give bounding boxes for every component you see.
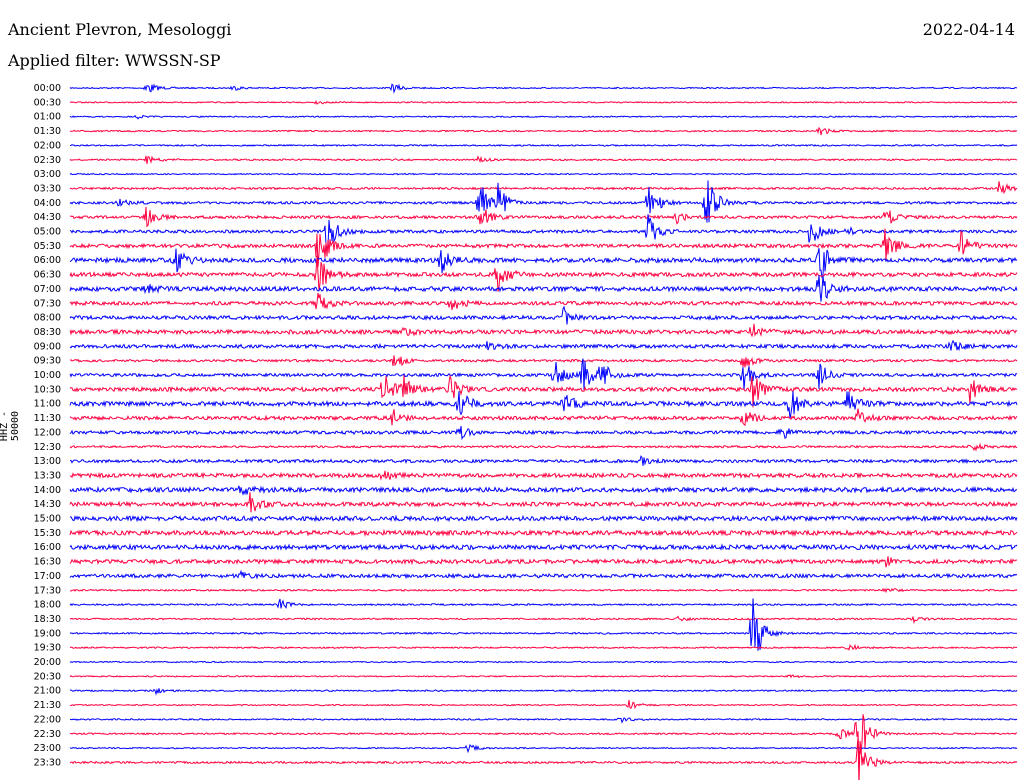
- time-tick-label: 23:00: [34, 743, 61, 754]
- time-tick-label: 17:00: [34, 571, 61, 582]
- time-tick-label: 14:00: [34, 485, 61, 496]
- time-tick-label: 09:30: [34, 356, 61, 367]
- time-tick-label: 00:30: [34, 97, 61, 108]
- trace-line: [69, 292, 1018, 311]
- trace-line: [69, 643, 1018, 651]
- time-tick-label: 15:00: [34, 514, 61, 525]
- trace-line: [69, 172, 1018, 176]
- time-tick-label: 06:30: [34, 270, 61, 281]
- time-tick-label: 08:30: [34, 327, 61, 338]
- trace-line: [70, 699, 1018, 710]
- time-tick-label: 17:30: [34, 585, 61, 596]
- trace-line: [69, 743, 1018, 754]
- trace-line: [69, 214, 1018, 252]
- time-tick-label: 09:00: [34, 341, 61, 352]
- time-tick-label: 04:00: [34, 198, 61, 209]
- time-tick-label: 01:00: [34, 112, 61, 123]
- trace-line: [69, 305, 1018, 325]
- time-tick-label: 22:00: [34, 714, 61, 725]
- time-tick-label: 19:30: [34, 643, 61, 654]
- trace-line: [69, 83, 1018, 94]
- trace-line: [69, 442, 1018, 452]
- trace-line: [69, 391, 1018, 419]
- time-tick-label: 02:00: [34, 140, 61, 151]
- trace-line: [69, 99, 1018, 105]
- time-ticks-group: 00:00 00:30 01:00 01:30 02:00 02:30 03:00 03:30…: [34, 83, 61, 768]
- time-tick-label: 21:00: [34, 686, 61, 697]
- time-tick-label: 03:30: [34, 183, 61, 194]
- time-tick-label: 16:00: [34, 542, 61, 553]
- time-tick-label: 20:30: [34, 671, 61, 682]
- helicorder-plot: 00:00 00:30 01:00 01:30 02:00 02:30 03:00 03:30…: [34, 83, 1018, 780]
- time-tick-label: 11:30: [34, 413, 61, 424]
- trace-line: [69, 598, 1018, 610]
- trace-line: [69, 358, 1018, 390]
- time-tick-label: 11:00: [34, 399, 61, 410]
- trace-line: [69, 114, 1018, 120]
- trace-line: [69, 425, 1018, 441]
- trace-line: [69, 155, 1018, 164]
- time-tick-label: 08:00: [34, 313, 61, 324]
- trace-line: [69, 717, 1018, 724]
- time-tick-label: 03:00: [34, 169, 61, 180]
- trace-line: [70, 587, 1018, 594]
- time-tick-label: 01:30: [34, 126, 61, 137]
- time-tick-label: 05:30: [34, 241, 61, 252]
- time-tick-label: 04:30: [34, 212, 61, 223]
- trace-line: [69, 528, 1018, 537]
- trace-line: [69, 492, 1018, 513]
- trace-line: [69, 598, 1017, 651]
- time-tick-label: 22:30: [34, 729, 61, 740]
- time-tick-label: 10:00: [34, 370, 61, 381]
- trace-line: [69, 485, 1018, 496]
- time-tick-label: 13:00: [34, 456, 61, 467]
- trace-line: [69, 248, 1018, 279]
- time-tick-label: 07:00: [34, 284, 61, 295]
- trace-line: [70, 455, 1018, 466]
- trace-line: [69, 714, 1018, 764]
- time-tick-label: 18:00: [34, 600, 61, 611]
- trace-line: [69, 180, 1018, 223]
- trace-line: [69, 569, 1018, 580]
- trace-line: [69, 181, 1018, 195]
- time-tick-label: 21:30: [34, 700, 61, 711]
- trace-line: [69, 355, 1018, 368]
- time-tick-label: 23:30: [34, 757, 61, 768]
- time-tick-label: 16:30: [34, 557, 61, 568]
- trace-line: [69, 470, 1018, 481]
- trace-line: [69, 323, 1018, 338]
- time-tick-label: 00:00: [34, 83, 61, 94]
- trace-line: [69, 339, 1018, 352]
- trace-line: [69, 737, 1018, 780]
- trace-line: [69, 143, 1018, 147]
- trace-line: [69, 688, 1018, 696]
- time-tick-label: 15:30: [34, 528, 61, 539]
- time-tick-label: 12:00: [34, 427, 61, 438]
- time-tick-label: 02:30: [34, 155, 61, 166]
- time-tick-label: 14:30: [34, 499, 61, 510]
- time-tick-label: 12:30: [34, 442, 61, 453]
- time-tick-label: 06:00: [34, 255, 61, 266]
- trace-line: [69, 126, 1018, 136]
- time-tick-label: 13:30: [34, 470, 61, 481]
- time-tick-label: 07:30: [34, 298, 61, 309]
- trace-line: [69, 674, 1018, 679]
- time-tick-label: 05:00: [34, 227, 61, 238]
- time-tick-label: 20:00: [34, 657, 61, 668]
- trace-line: [69, 514, 1018, 523]
- time-tick-label: 19:00: [34, 628, 61, 639]
- time-tick-label: 18:30: [34, 614, 61, 625]
- trace-line: [69, 615, 1018, 624]
- trace-line: [69, 408, 1018, 427]
- traces-group: [69, 83, 1018, 780]
- trace-line: [69, 660, 1018, 664]
- trace-line: [69, 275, 1018, 302]
- trace-line: [69, 556, 1018, 568]
- time-tick-label: 10:30: [34, 384, 61, 395]
- trace-line: [69, 543, 1018, 552]
- trace-line: [69, 206, 1018, 228]
